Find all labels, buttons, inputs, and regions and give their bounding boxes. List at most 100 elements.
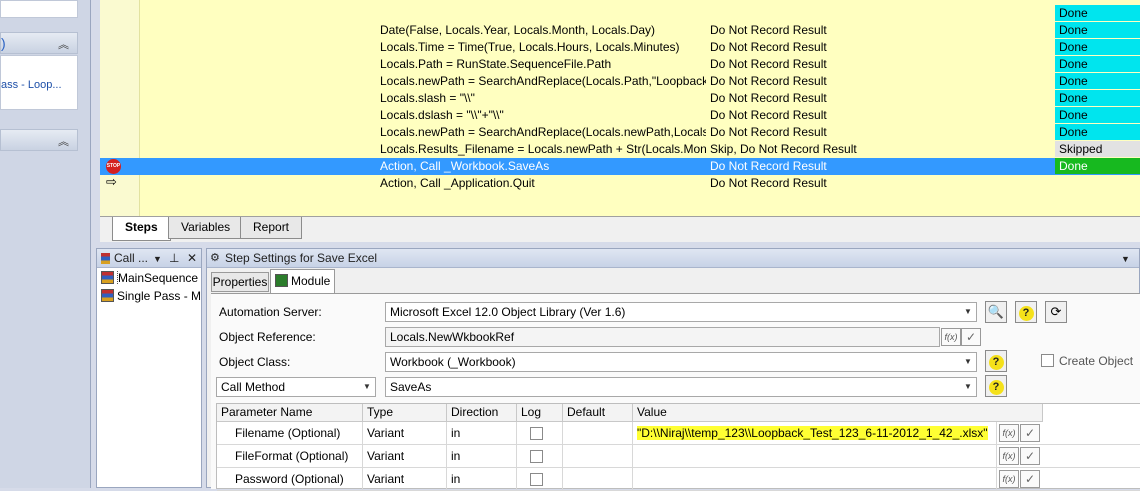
- step-description-cell: Locals.newPath = SearchAndReplace(Locals…: [380, 74, 706, 88]
- step-row[interactable]: f(x)Create Results file path for Office …: [100, 124, 1140, 141]
- step-description-cell: Date(False, Locals.Year, Locals.Month, L…: [380, 23, 656, 37]
- parameter-value-cell[interactable]: [633, 445, 997, 468]
- step-status-cell: [1055, 175, 1140, 191]
- close-icon[interactable]: ✕: [187, 251, 197, 265]
- excel-icon: [275, 274, 288, 287]
- parameter-row[interactable]: Filename (Optional) Variant in "D:\\Niraj\\…: [217, 422, 1140, 445]
- step-record-cell: Do Not Record Result: [710, 159, 827, 173]
- step-description-cell: Locals.Time = Time(True, Locals.Hours, L…: [380, 40, 680, 54]
- create-object-checkbox[interactable]: [1041, 354, 1054, 367]
- object-class-select[interactable]: Workbook (_Workbook) ▼: [385, 352, 977, 372]
- check-expression-icon[interactable]: ✓: [1020, 470, 1040, 488]
- parameter-value-cell[interactable]: "D:\\Niraj\\temp_123\\Loopback_Test_123_…: [633, 422, 997, 445]
- left-pane-section-header-2[interactable]: ︽: [0, 129, 78, 151]
- stop-breakpoint-icon[interactable]: STOP: [106, 159, 121, 174]
- step-status-cell: Done: [1055, 39, 1140, 55]
- parameter-name-cell: Filename (Optional): [217, 422, 363, 445]
- call-type-select[interactable]: Call Method ▼: [216, 377, 376, 397]
- check-expression-icon[interactable]: ✓: [1020, 447, 1040, 465]
- chevron-down-icon[interactable]: ▼: [960, 353, 976, 371]
- column-header-value[interactable]: Value: [633, 404, 1043, 422]
- parameter-default-cell[interactable]: [563, 422, 633, 445]
- step-row[interactable]: f(x)String for "\"Locals.slash = "\\"Do …: [100, 90, 1140, 107]
- left-pane-section-header[interactable]: ) ︽: [0, 32, 78, 54]
- refresh-button[interactable]: ⟳: [1045, 301, 1067, 323]
- column-header-parameter-name[interactable]: Parameter Name: [217, 404, 363, 422]
- column-header-type[interactable]: Type: [363, 404, 447, 422]
- class-help-button[interactable]: ?: [985, 350, 1007, 372]
- chevron-down-icon[interactable]: ▼: [960, 303, 976, 321]
- step-record-cell: Do Not Record Result: [710, 176, 827, 190]
- sequence-icon: [101, 289, 114, 302]
- expression-browse-icon[interactable]: f(x): [999, 470, 1019, 488]
- create-object-label: Create Object: [1059, 354, 1134, 368]
- chevron-down-icon[interactable]: ▼: [359, 378, 375, 396]
- step-row[interactable]: f(x)Create Results filenameLocals.Result…: [100, 141, 1140, 158]
- sequence-steps-grid: End Sending Data To ExcelDonef(x)Get dat…: [100, 0, 1140, 216]
- object-reference-label: Object Reference:: [219, 330, 316, 344]
- step-row[interactable]: f(x)Get dateDate(False, Locals.Year, Loc…: [100, 22, 1140, 39]
- step-row[interactable]: f(x)Get current pathLocals.Path = RunSta…: [100, 56, 1140, 73]
- step-status-cell: Skipped: [1055, 141, 1140, 157]
- collapse-icon[interactable]: ︽: [58, 36, 69, 52]
- step-row[interactable]: f(x)Create Results file pathLocals.newPa…: [100, 73, 1140, 90]
- log-checkbox[interactable]: [530, 427, 543, 440]
- step-description-cell: Locals.dslash = "\\"+"\\": [380, 108, 504, 122]
- pin-icon[interactable]: ⊥: [169, 251, 179, 265]
- parameter-log-cell: [517, 445, 563, 468]
- step-record-cell: Skip, Do Not Record Result: [710, 142, 857, 156]
- tab-steps[interactable]: Steps: [112, 217, 171, 241]
- help-button[interactable]: ?: [1015, 301, 1037, 323]
- help-icon: ?: [1018, 306, 1034, 321]
- step-row[interactable]: ⇨Quit ExcelAction, Call _Application.Qui…: [100, 174, 1140, 192]
- execution-pointer-icon: ⇨: [106, 174, 117, 189]
- check-expression-icon[interactable]: ✓: [1020, 424, 1040, 442]
- column-header-log[interactable]: Log: [517, 404, 563, 422]
- view-tabs: Steps Variables Report: [100, 216, 1140, 242]
- column-header-default[interactable]: Default: [563, 404, 633, 422]
- tab-module[interactable]: Module: [270, 269, 335, 293]
- call-stack-item[interactable]: MainSequence -: [101, 271, 201, 285]
- tab-properties[interactable]: Properties: [211, 272, 269, 292]
- expression-browse-icon[interactable]: f(x): [999, 424, 1019, 442]
- expression-browse-icon[interactable]: f(x): [999, 447, 1019, 465]
- parameter-direction-cell: in: [447, 445, 517, 468]
- browse-server-button[interactable]: 🔍: [985, 301, 1007, 323]
- step-status-cell: Done: [1055, 124, 1140, 140]
- step-status-cell: Done: [1055, 107, 1140, 123]
- help-icon: ?: [988, 355, 1004, 370]
- dropdown-icon[interactable]: ▼: [153, 254, 162, 264]
- parameter-row[interactable]: FileFormat (Optional) Variant in f(x) ✓: [217, 445, 1140, 468]
- expression-browse-icon[interactable]: f(x): [941, 328, 961, 346]
- check-expression-icon[interactable]: ✓: [961, 328, 981, 346]
- step-row[interactable]: f(x)Get timeLocals.Time = Time(True, Loc…: [100, 39, 1140, 56]
- step-record-cell: Do Not Record Result: [710, 74, 827, 88]
- parameter-value-text: "D:\\Niraj\\temp_123\\Loopback_Test_123_…: [637, 426, 988, 440]
- help-icon: ?: [988, 380, 1004, 395]
- step-row[interactable]: <End Group>: [100, 192, 1140, 209]
- left-pane-link[interactable]: ass - Loop...: [1, 79, 62, 91]
- parameter-name-cell: FileFormat (Optional): [217, 445, 363, 468]
- tab-report[interactable]: Report: [240, 217, 303, 239]
- log-checkbox[interactable]: [530, 450, 543, 463]
- step-record-cell: Do Not Record Result: [710, 91, 827, 105]
- column-header-direction[interactable]: Direction: [447, 404, 517, 422]
- call-stack-titlebar: Call ... ▼ ⊥ ✕: [97, 249, 201, 268]
- automation-server-select[interactable]: Microsoft Excel 12.0 Object Library (Ver…: [385, 302, 977, 322]
- collapse-icon[interactable]: ︽: [58, 133, 69, 149]
- method-help-button[interactable]: ?: [985, 375, 1007, 397]
- step-record-cell: Do Not Record Result: [710, 40, 827, 54]
- method-select[interactable]: SaveAs ▼: [385, 377, 977, 397]
- step-row[interactable]: f(x)String for "\\"Locals.dslash = "\\"+…: [100, 107, 1140, 124]
- log-checkbox[interactable]: [530, 473, 543, 486]
- tab-variables[interactable]: Variables: [168, 217, 244, 239]
- parameters-table: Parameter Name Type Direction Log Defaul…: [216, 403, 1140, 491]
- object-reference-field[interactable]: Locals.NewWkbookRef: [385, 327, 940, 347]
- chevron-down-icon[interactable]: ▼: [960, 378, 976, 396]
- step-row[interactable]: End Sending Data To ExcelDone: [100, 5, 1140, 22]
- dropdown-icon[interactable]: ▼: [1121, 254, 1130, 264]
- step-row[interactable]: STOPSave ExcelAction, Call _Workbook.Sav…: [100, 158, 1140, 175]
- step-status-cell: Done: [1055, 56, 1140, 72]
- call-stack-item[interactable]: Single Pass - Mai: [101, 289, 201, 303]
- parameter-default-cell[interactable]: [563, 445, 633, 468]
